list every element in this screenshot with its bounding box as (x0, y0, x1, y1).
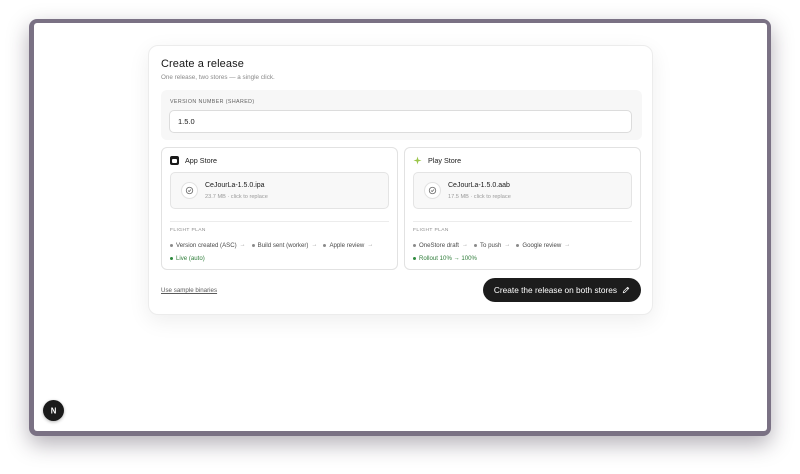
svg-text:N: N (51, 406, 57, 415)
arrow-right-icon: → (564, 242, 571, 248)
step-dot-icon (516, 244, 520, 247)
app-store-card: App Store CeJourLa-1.5.0.ipa 23.7 MB · c… (161, 147, 398, 270)
arrow-right-icon: → (367, 242, 374, 248)
step-dot-icon (473, 244, 477, 247)
flight-step: Version created (ASC) → (170, 239, 250, 252)
flight-step: Apple review → (323, 239, 377, 252)
version-label: VERSION NUMBER (SHARED) (170, 99, 255, 105)
arrow-right-icon: → (239, 242, 246, 248)
app-window: Create a release One release, two stores… (29, 19, 771, 436)
play-store-header: Play Store (413, 156, 461, 165)
apple-icon (170, 156, 179, 165)
ipa-file-name: CeJourLa-1.5.0.ipa (205, 182, 265, 189)
app-store-header: App Store (170, 156, 217, 165)
create-release-button[interactable]: Create the release on both stores (483, 278, 641, 302)
step-dot-icon (323, 244, 327, 247)
play-store-icon (413, 156, 422, 165)
arrow-right-icon: → (504, 242, 511, 248)
play-flight-steps: OneStore draft → To push → Google review → Rol… (413, 239, 635, 265)
dev-tools-badge[interactable]: N (43, 400, 64, 421)
step-dot-icon (413, 244, 416, 247)
step-dot-icon (170, 244, 173, 247)
n-logo-icon: N (51, 406, 57, 415)
aab-file-name: CeJourLa-1.5.0.aab (448, 182, 510, 189)
flight-step-live: Rollout 10% → 100% (413, 252, 477, 265)
flight-step: Google review → (516, 239, 574, 252)
step-dot-icon (170, 257, 173, 260)
flight-step-live: Live (auto) (170, 252, 205, 265)
divider (413, 221, 632, 222)
flight-plan-label: FLIGHT PLAN (413, 228, 449, 233)
arrow-right-icon: → (461, 242, 468, 248)
play-store-card: Play Store CeJourLa-1.5.0.aab 17.5 MB · … (404, 147, 641, 270)
step-dot-icon (251, 244, 255, 247)
version-input[interactable] (169, 110, 632, 133)
browser-viewport: Create a release One release, two stores… (34, 23, 767, 431)
flight-plan-label: FLIGHT PLAN (170, 228, 206, 233)
play-store-name: Play Store (428, 156, 462, 165)
arrow-right-icon: → (311, 242, 318, 248)
step-dot-icon (413, 257, 416, 260)
use-sample-binaries-link[interactable]: Use sample binaries (161, 287, 217, 294)
check-circle-icon (181, 182, 198, 199)
flight-step: OneStore draft → (413, 239, 472, 252)
app-store-name: App Store (185, 156, 217, 165)
flight-step: To push → (473, 239, 514, 252)
app-flight-steps: Version created (ASC) → Build sent (worker… (170, 239, 392, 265)
divider (170, 221, 389, 222)
ipa-upload-box[interactable]: CeJourLa-1.5.0.ipa 23.7 MB · click to re… (170, 172, 389, 209)
pencil-icon (622, 286, 630, 294)
ipa-file-meta: 23.7 MB · click to replace (205, 194, 268, 200)
create-release-card: Create a release One release, two stores… (148, 45, 653, 315)
create-release-label: Create the release on both stores (493, 285, 618, 295)
aab-upload-box[interactable]: CeJourLa-1.5.0.aab 17.5 MB · click to re… (413, 172, 632, 209)
flight-step: Build sent (worker) → (251, 239, 322, 252)
check-circle-icon (424, 182, 441, 199)
version-section: VERSION NUMBER (SHARED) (161, 90, 642, 140)
aab-file-meta: 17.5 MB · click to replace (448, 194, 511, 200)
card-subtitle: One release, two stores — a single click… (161, 74, 275, 81)
card-title: Create a release (161, 58, 244, 70)
